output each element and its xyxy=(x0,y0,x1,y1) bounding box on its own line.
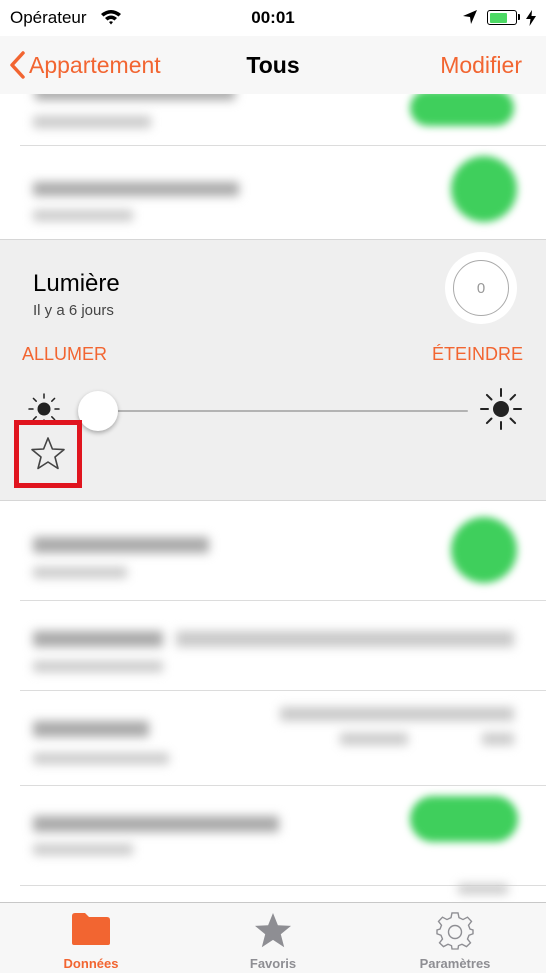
tab-label: Données xyxy=(63,956,119,971)
list-item[interactable] xyxy=(0,786,546,886)
blurred-device-time xyxy=(33,210,133,221)
blurred-device-value xyxy=(280,707,514,721)
list-item[interactable] xyxy=(0,94,546,146)
device-name: Lumière xyxy=(33,270,120,297)
favorite-star-button[interactable] xyxy=(14,420,82,488)
status-badge xyxy=(451,156,517,222)
blurred-device-name xyxy=(33,721,149,737)
star-icon xyxy=(182,912,364,950)
list-item[interactable] xyxy=(0,884,546,902)
list-item[interactable] xyxy=(0,691,546,786)
blurred-device-time xyxy=(33,753,169,764)
device-value: 0 xyxy=(453,260,509,316)
blurred-device-time xyxy=(33,116,151,128)
device-list: Lumière Il y a 6 jours 0 ALLUMER ÉTEINDR… xyxy=(0,94,546,902)
list-item[interactable] xyxy=(0,501,546,601)
blurred-device-name xyxy=(33,182,239,196)
edit-button[interactable]: Modifier xyxy=(440,52,522,79)
location-arrow-icon xyxy=(462,9,478,30)
status-badge xyxy=(410,94,514,126)
turn-off-button[interactable]: ÉTEINDRE xyxy=(432,344,523,365)
list-item[interactable] xyxy=(0,146,546,239)
charging-bolt-icon xyxy=(526,10,536,31)
tab-parametres[interactable]: Paramètres xyxy=(364,903,546,974)
folder-icon xyxy=(0,912,182,950)
tab-favoris[interactable]: Favoris xyxy=(182,903,364,974)
blurred-device-name xyxy=(33,816,279,832)
blurred-device-value xyxy=(458,884,508,894)
brightness-slider-track[interactable] xyxy=(80,410,468,412)
gear-icon xyxy=(364,912,546,950)
battery-tip xyxy=(518,14,520,20)
expanded-device-row: Lumière Il y a 6 jours 0 ALLUMER ÉTEINDR… xyxy=(0,239,546,501)
star-outline-icon xyxy=(31,437,65,470)
tab-label: Favoris xyxy=(249,956,297,971)
status-bar: Opérateur 00:01 xyxy=(0,0,546,36)
sun-bright-icon xyxy=(480,388,522,435)
list-item[interactable] xyxy=(0,601,546,691)
brightness-slider-thumb[interactable] xyxy=(78,391,118,431)
blurred-device-value xyxy=(482,733,514,745)
status-badge xyxy=(451,517,517,583)
blurred-device-time xyxy=(33,567,127,578)
battery-icon xyxy=(487,10,517,25)
blurred-device-name xyxy=(33,631,163,647)
tab-donnees[interactable]: Données xyxy=(0,903,182,974)
blurred-device-name xyxy=(33,537,209,553)
status-badge xyxy=(410,796,518,842)
blurred-device-value xyxy=(176,631,514,647)
blurred-device-value xyxy=(340,733,408,745)
blurred-device-time xyxy=(33,661,163,672)
blurred-device-time xyxy=(33,844,133,855)
turn-on-button[interactable]: ALLUMER xyxy=(22,344,107,365)
device-last-update: Il y a 6 jours xyxy=(33,302,114,319)
navigation-bar: Appartement Tous Modifier xyxy=(0,36,546,94)
blurred-device-name xyxy=(35,94,235,100)
tab-label: Paramètres xyxy=(419,956,491,971)
device-value-button[interactable]: 0 xyxy=(445,252,517,324)
tab-bar: Données Favoris Paramètres xyxy=(0,902,546,973)
